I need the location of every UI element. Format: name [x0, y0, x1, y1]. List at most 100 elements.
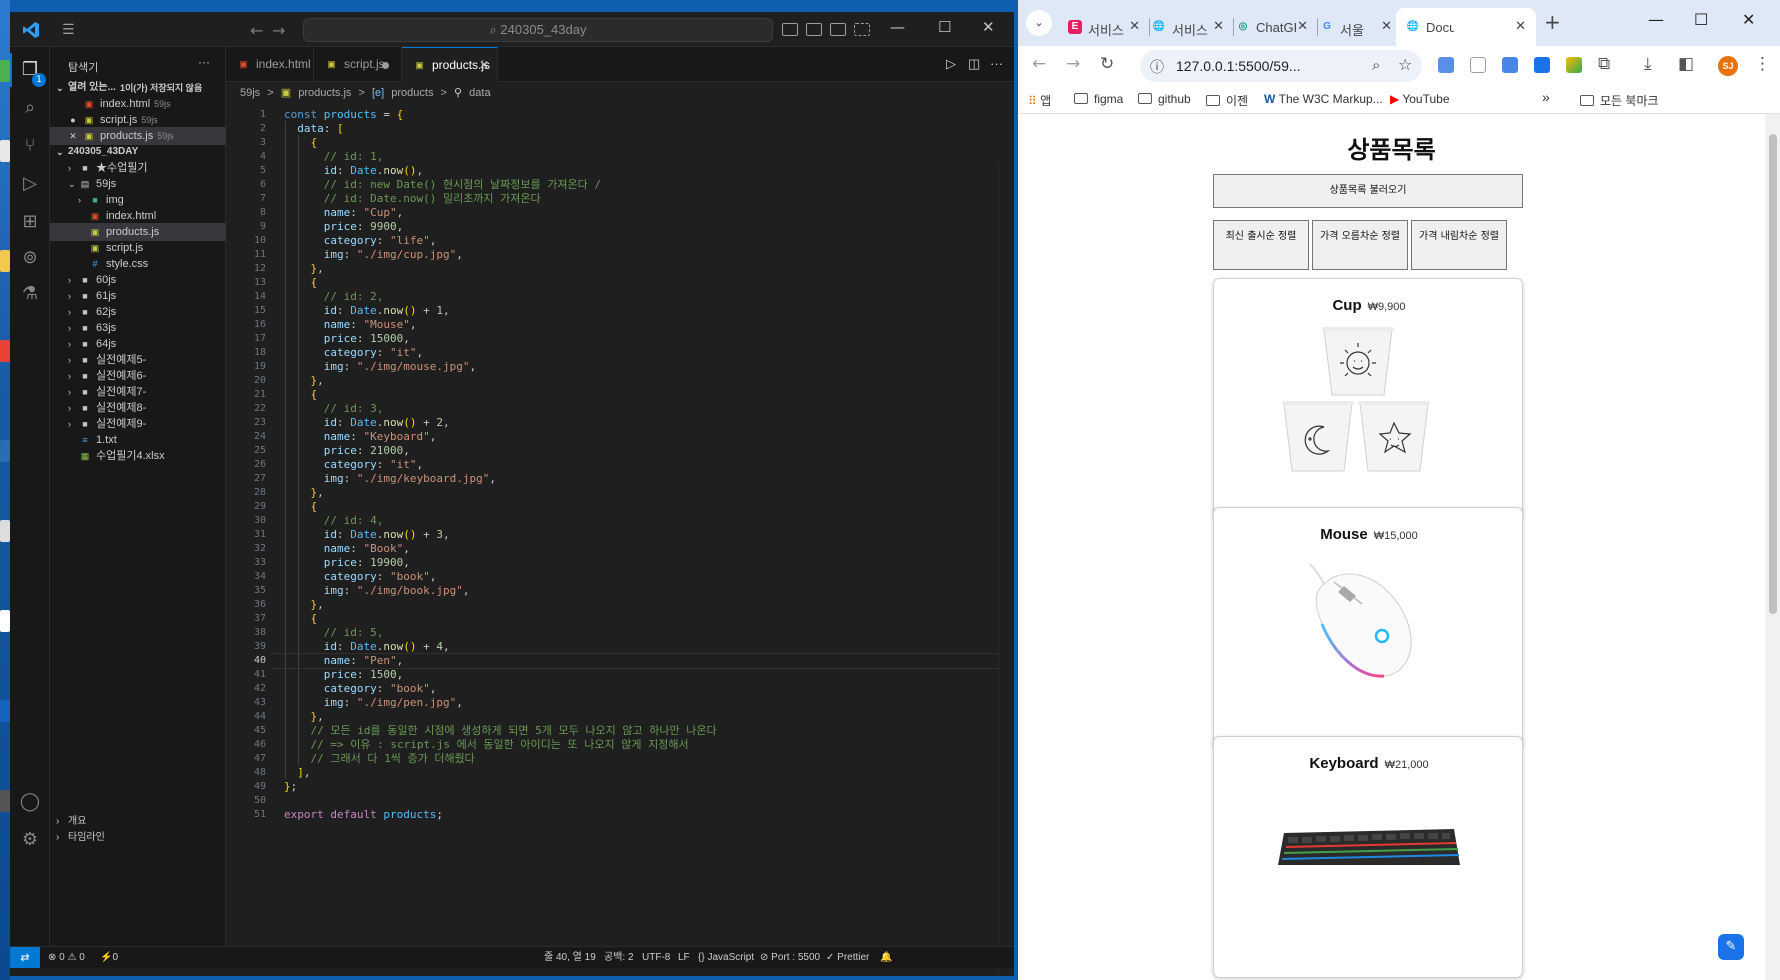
download-icon[interactable]: ⤓ [1644, 54, 1652, 74]
split-editor-icon[interactable]: ◫ [968, 56, 980, 72]
site-info-icon[interactable]: ⓘ [1150, 57, 1164, 77]
run-debug-icon[interactable]: ▷ [19, 173, 41, 195]
close-tab-icon[interactable]: ✕ [1213, 18, 1224, 34]
breadcrumb-item[interactable]: data [469, 87, 490, 99]
side-panel-icon[interactable]: ◧ [1678, 54, 1694, 74]
command-center-search[interactable]: ⌕ 240305_43day [303, 18, 773, 42]
breadcrumb-item[interactable]: products [391, 87, 433, 99]
bookmark-github[interactable]: github [1138, 92, 1191, 106]
scrollbar-thumb[interactable] [1769, 134, 1777, 614]
tree-file[interactable]: ▦ 수업필기4.xlsx [50, 447, 226, 465]
load-products-button[interactable]: 상품목록 불러오기 [1213, 174, 1523, 208]
run-icon[interactable]: ▷ [946, 56, 956, 72]
menu-icon[interactable]: ☰ [62, 23, 80, 37]
ports-status[interactable]: ⚡0 [100, 947, 118, 969]
tab-script-js[interactable]: ▣ script.js [314, 47, 402, 82]
extension-icon[interactable] [1470, 57, 1486, 73]
address-bar[interactable]: ⓘ 127.0.0.1:5500/59... ⌕ ☆ [1140, 50, 1422, 82]
prettier-status[interactable]: ✓ Prettier [826, 947, 869, 969]
back-icon[interactable]: ← [1032, 54, 1046, 74]
sort-price-asc-button[interactable]: 가격 오름차순 정렬 [1312, 220, 1408, 270]
more-actions-icon[interactable]: ··· [198, 55, 210, 69]
browser-tab[interactable]: E 서비스 ✕ [1058, 8, 1150, 46]
minimize-icon[interactable]: — [890, 18, 905, 36]
more-actions-icon[interactable]: ··· [990, 56, 1003, 71]
editor-scrollbar[interactable] [998, 163, 1014, 973]
toggle-panel-icon[interactable] [806, 23, 822, 36]
cursor-position[interactable]: 줄 40, 열 19 [544, 947, 596, 969]
desktop-icon[interactable] [0, 790, 10, 812]
profile-avatar[interactable]: SJ [1718, 56, 1738, 76]
live-server-port[interactable]: ⊘ Port : 5500 [760, 947, 820, 969]
toggle-primary-sidebar-icon[interactable] [782, 23, 798, 36]
chrome-menu-icon[interactable]: ⋮ [1754, 54, 1771, 74]
close-icon[interactable]: ✕ [68, 131, 78, 141]
tab-index-html[interactable]: ▣ index.html [226, 47, 314, 82]
desktop-icon[interactable] [0, 250, 10, 272]
bookmark-ijen[interactable]: 이젠 [1206, 92, 1248, 109]
bookmark-apps[interactable]: ⠿ 앱 [1028, 92, 1051, 109]
browser-tab[interactable]: G 서울 ✕ [1310, 8, 1402, 46]
search-icon[interactable]: ⌕ [19, 97, 41, 119]
account-icon[interactable]: ◯ [19, 791, 41, 813]
testing-icon[interactable]: ⚗ [19, 283, 41, 305]
desktop-icon[interactable] [0, 440, 10, 462]
all-bookmarks[interactable]: 모든 북마크 [1580, 92, 1659, 109]
maximize-icon[interactable]: ☐ [938, 18, 951, 36]
desktop-icon[interactable] [0, 140, 10, 162]
sort-newest-button[interactable]: 최신 출시순 정렬 [1213, 220, 1309, 270]
gear-icon[interactable]: ⚙ [19, 829, 41, 851]
tab-products-js[interactable]: ▣ products.js ✕ [402, 47, 498, 82]
maximize-icon[interactable]: ☐ [1694, 10, 1708, 29]
notifications-icon[interactable]: 🔔 [880, 947, 892, 969]
reload-icon[interactable]: ↻ [1100, 54, 1114, 74]
remote-indicator-icon[interactable]: ⇄ [10, 947, 40, 968]
code-editor[interactable]: 1 const products = {2 data: [3 {4 // id: … [226, 105, 1014, 973]
toggle-secondary-sidebar-icon[interactable] [830, 23, 846, 36]
back-arrow-icon[interactable]: ← [250, 21, 263, 40]
tab-search-icon[interactable]: ⌄ [1026, 10, 1052, 36]
url-text[interactable]: 127.0.0.1:5500/59... [1176, 58, 1301, 74]
more-bookmarks-icon[interactable]: » [1542, 89, 1550, 105]
extension-icon[interactable] [1438, 57, 1454, 73]
source-control-icon[interactable]: ⑂ [19, 135, 41, 157]
close-tab-icon[interactable]: ✕ [1515, 18, 1526, 34]
forward-arrow-icon[interactable]: → [272, 21, 285, 40]
bookmark-w3c[interactable]: W The W3C Markup... [1264, 92, 1383, 106]
bookmark-star-icon[interactable]: ☆ [1398, 55, 1412, 74]
close-tab-icon[interactable]: ✕ [1297, 18, 1308, 34]
eol-status[interactable]: LF [678, 947, 690, 969]
forward-icon[interactable]: → [1066, 54, 1080, 74]
language-mode[interactable]: {} JavaScript [698, 947, 754, 969]
bookmark-youtube[interactable]: ▶ YouTube [1390, 92, 1450, 106]
extensions-puzzle-icon[interactable]: ⧉ [1598, 54, 1610, 74]
close-tab-icon[interactable]: ✕ [479, 48, 489, 83]
sort-price-desc-button[interactable]: 가격 내림차순 정렬 [1411, 220, 1507, 270]
extension-icon[interactable] [1566, 57, 1582, 73]
new-tab-icon[interactable]: + [1544, 10, 1561, 34]
minimize-icon[interactable]: — [1648, 10, 1664, 29]
chrome-desktop-icon[interactable] [0, 340, 10, 362]
customize-layout-icon[interactable] [854, 23, 870, 36]
desktop-icon[interactable] [0, 610, 10, 632]
close-tab-icon[interactable]: ✕ [1381, 18, 1392, 34]
extension-icon[interactable] [1534, 57, 1550, 73]
bookmark-figma[interactable]: figma [1074, 92, 1123, 106]
breadcrumb-item[interactable]: 59js [240, 87, 260, 99]
encoding-status[interactable]: UTF-8 [642, 947, 670, 969]
extensions-icon[interactable]: ⊞ [19, 211, 41, 233]
close-window-icon[interactable]: ✕ [1742, 10, 1755, 29]
close-icon[interactable]: ✕ [982, 18, 995, 36]
close-tab-icon[interactable]: ✕ [1129, 18, 1140, 34]
browser-tab[interactable]: ◎ ChatGPT ✕ [1226, 8, 1318, 46]
problems-status[interactable]: ⊗ 0 ⚠ 0 [48, 947, 85, 969]
page-scrollbar[interactable] [1765, 114, 1780, 980]
remote-explorer-icon[interactable]: ⊚ [19, 247, 41, 269]
browser-tab-active[interactable]: 🌐 Document ✕ [1396, 8, 1536, 46]
desktop-icon[interactable] [0, 700, 10, 722]
browser-tab[interactable]: 🌐 서비스 ✕ [1142, 8, 1234, 46]
zoom-icon[interactable]: ⌕ [1372, 56, 1380, 74]
indentation-status[interactable]: 공백: 2 [604, 947, 634, 969]
desktop-icon[interactable] [0, 60, 10, 82]
breadcrumb-item[interactable]: products.js [298, 87, 351, 99]
